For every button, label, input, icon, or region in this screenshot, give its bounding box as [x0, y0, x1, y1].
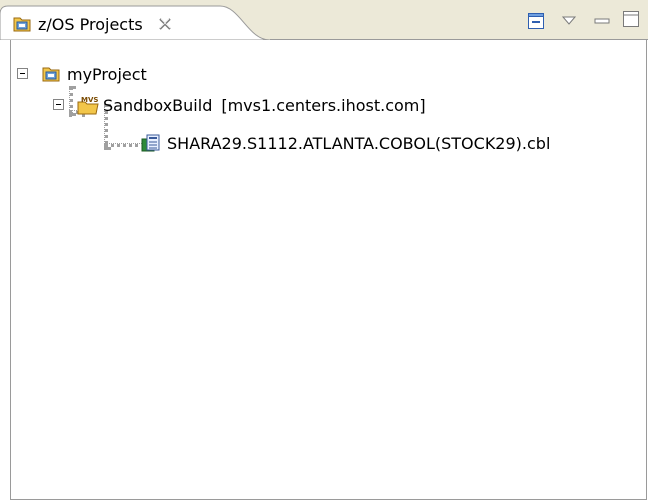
projects-tree[interactable]: myProject MVS SandboxBuild [mvs1.centers… — [10, 40, 647, 500]
project-icon — [41, 64, 61, 84]
file-label: SHARA29.S1112.ATLANTA.COBOL(STOCK29).cbl — [167, 133, 551, 153]
view-tab-bar: z/OS Projects — [0, 0, 648, 40]
subproject-system: [mvs1.centers.ihost.com] — [221, 95, 426, 115]
collapse-all-icon[interactable] — [527, 12, 545, 34]
view-menu-icon[interactable] — [561, 11, 577, 30]
svg-text:MVS: MVS — [81, 96, 98, 104]
collapse-project-toggle[interactable] — [17, 68, 28, 79]
collapse-subproject-toggle[interactable] — [53, 99, 64, 110]
tree-item-project[interactable]: myProject — [41, 62, 147, 86]
minimize-icon[interactable] — [594, 10, 610, 29]
mvs-subproject-icon: MVS — [77, 95, 99, 115]
tab-title: z/OS Projects — [38, 14, 143, 34]
tree-connector — [104, 143, 146, 147]
zos-projects-view: z/OS Projects myProject MVS SandboxBuild… — [0, 0, 648, 500]
tree-item-subproject[interactable]: MVS SandboxBuild [mvs1.centers.ihost.com… — [77, 93, 426, 117]
subproject-label: SandboxBuild — [103, 95, 213, 115]
cobol-file-icon — [141, 133, 161, 153]
close-icon[interactable] — [157, 16, 173, 32]
maximize-icon[interactable] — [622, 10, 640, 32]
tab-projects[interactable]: z/OS Projects — [12, 12, 173, 36]
zos-projects-icon — [12, 14, 32, 34]
tree-item-file[interactable]: SHARA29.S1112.ATLANTA.COBOL(STOCK29).cbl — [141, 131, 550, 155]
project-label: myProject — [67, 64, 147, 84]
